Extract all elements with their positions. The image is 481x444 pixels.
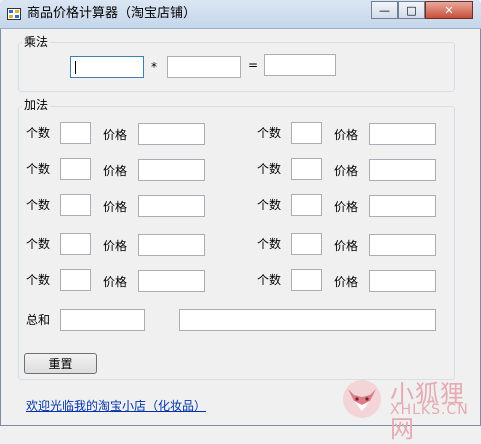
price-label: 价格 [334, 128, 359, 142]
total-input[interactable] [60, 309, 145, 331]
maximize-button[interactable]: □ [398, 1, 425, 19]
price-label: 价格 [103, 239, 128, 253]
count-label: 个数 [257, 162, 282, 176]
right-count-input-5[interactable] [291, 269, 322, 291]
left-count-input-2[interactable] [60, 158, 91, 180]
right-price-input-2[interactable] [369, 159, 436, 181]
right-count-input-1[interactable] [291, 122, 322, 144]
close-icon: ✕ [444, 3, 454, 17]
left-count-input-1[interactable] [60, 122, 91, 144]
left-count-input-4[interactable] [60, 233, 91, 255]
left-price-input-4[interactable] [138, 234, 205, 256]
right-price-input-1[interactable] [369, 123, 436, 145]
total-detail-input[interactable] [179, 309, 436, 331]
left-price-input-2[interactable] [138, 159, 205, 181]
minimize-icon: — [379, 3, 390, 17]
total-label: 总和 [26, 313, 51, 327]
multiply-operand2-input[interactable] [167, 56, 241, 78]
add-group-label: 加法 [22, 98, 51, 112]
price-label: 价格 [103, 200, 128, 214]
price-label: 价格 [103, 275, 128, 289]
window-title: 商品价格计算器（淘宝店铺） [27, 6, 197, 21]
left-price-input-1[interactable] [138, 123, 205, 145]
price-label: 价格 [334, 200, 359, 214]
multiply-result-input[interactable] [264, 54, 336, 76]
right-price-input-4[interactable] [369, 234, 436, 256]
count-label: 个数 [26, 273, 51, 287]
equals-sign: = [248, 58, 259, 72]
reset-button[interactable]: 重置 [24, 353, 97, 374]
right-count-input-2[interactable] [291, 158, 322, 180]
times-sign: * [151, 60, 157, 74]
right-price-input-5[interactable] [369, 270, 436, 292]
fox-logo-icon [343, 380, 381, 418]
count-label: 个数 [26, 162, 51, 176]
right-count-input-3[interactable] [291, 194, 322, 216]
left-price-input-5[interactable] [138, 270, 205, 292]
right-count-input-4[interactable] [291, 233, 322, 255]
multiply-operand1-input[interactable] [70, 56, 144, 78]
close-button[interactable]: ✕ [425, 1, 473, 19]
price-label: 价格 [334, 275, 359, 289]
count-label: 个数 [26, 237, 51, 251]
text-caret [75, 61, 76, 74]
count-label: 个数 [26, 126, 51, 140]
left-price-input-3[interactable] [138, 195, 205, 217]
watermark-url: XHLKS.CN [390, 402, 469, 418]
maximize-icon: □ [406, 3, 417, 17]
left-count-input-5[interactable] [60, 269, 91, 291]
multiply-group-label: 乘法 [22, 35, 51, 49]
count-label: 个数 [257, 273, 282, 287]
left-count-input-3[interactable] [60, 194, 91, 216]
price-label: 价格 [334, 239, 359, 253]
price-label: 价格 [103, 128, 128, 142]
price-label: 价格 [334, 164, 359, 178]
price-label: 价格 [103, 164, 128, 178]
count-label: 个数 [26, 198, 51, 212]
count-label: 个数 [257, 126, 282, 140]
app-icon [7, 8, 21, 20]
right-price-input-3[interactable] [369, 195, 436, 217]
minimize-button[interactable]: — [371, 1, 398, 19]
count-label: 个数 [257, 237, 282, 251]
count-label: 个数 [257, 198, 282, 212]
shop-link[interactable]: 欢迎光临我的淘宝小店（化妆品） [26, 397, 206, 414]
